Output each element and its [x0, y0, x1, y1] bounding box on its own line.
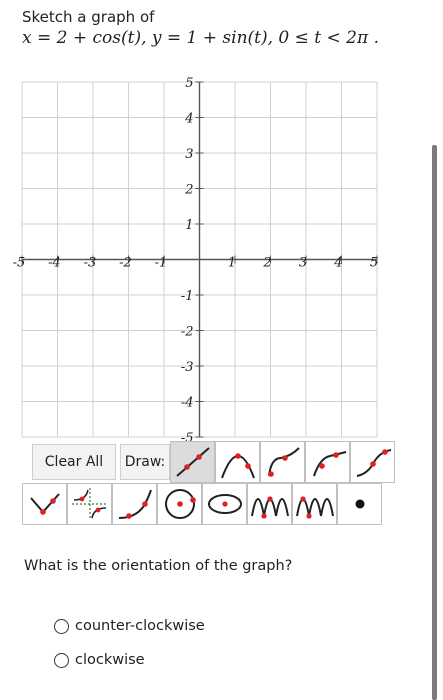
circle-tool-icon [164, 489, 196, 519]
cosine-tool-button[interactable] [292, 483, 337, 525]
absolute-value-tool-button[interactable] [22, 483, 67, 525]
line-tool-icon [175, 447, 210, 477]
option-clockwise-label: clockwise [75, 652, 145, 668]
cubic-tool-icon [356, 449, 391, 477]
cubic-tool-button[interactable] [350, 441, 395, 483]
x-tick-label: -3 [84, 256, 97, 271]
option-counter-clockwise-label: counter-clockwise [75, 618, 205, 634]
y-tick-label: 5 [185, 76, 193, 91]
log-tool-icon [312, 451, 346, 477]
x-tick-label: -2 [119, 256, 132, 271]
x-axis-labels: -5 -4 -3 -2 -1 1 2 3 4 5 [13, 256, 378, 271]
orientation-question: What is the orientation of the graph? [24, 558, 293, 574]
option-clockwise[interactable]: clockwise [54, 652, 145, 668]
sine-tool-button[interactable] [247, 483, 292, 525]
rational-tool-button[interactable] [67, 483, 112, 525]
x-tick-label: -4 [48, 256, 61, 271]
x-tick-label: 1 [228, 256, 236, 271]
absolute-value-tool-icon [29, 493, 60, 515]
y-tick-label: -4 [181, 396, 194, 411]
clear-all-button[interactable]: Clear All [32, 444, 116, 480]
line-tool-button[interactable] [170, 441, 215, 483]
parabola-tool-icon [220, 453, 255, 479]
sqrt-tool-button[interactable] [260, 441, 305, 483]
y-tick-label: -3 [181, 360, 194, 375]
y-tick-label: 1 [185, 218, 193, 233]
parabola-tool-button[interactable] [215, 441, 260, 483]
axes [21, 81, 378, 438]
point-tool-button[interactable] [337, 483, 382, 525]
x-tick-label: -1 [155, 256, 168, 271]
radio-counter-clockwise[interactable] [54, 618, 69, 634]
y-axis-labels: 54321-1-2-3-4-5 [181, 76, 194, 445]
rational-tool-icon [71, 488, 108, 520]
sqrt-tool-icon [267, 447, 300, 477]
page-scrollbar[interactable] [432, 145, 437, 700]
y-tick-label: 3 [185, 147, 193, 162]
exponential-tool-icon [118, 489, 152, 519]
toolbar-row-2 [22, 483, 382, 525]
y-tick-label: 4 [184, 112, 193, 127]
draw-label: Draw: [120, 444, 170, 480]
y-tick-label: -2 [181, 325, 194, 340]
cosine-tool-icon [295, 496, 334, 519]
y-tick-label: -1 [181, 289, 194, 304]
x-tick-label: 3 [299, 256, 307, 271]
ellipse-tool-icon [207, 494, 242, 514]
point-tool-icon [355, 499, 364, 509]
x-tick-label: 2 [262, 256, 271, 271]
option-counter-clockwise[interactable]: counter-clockwise [54, 618, 205, 634]
sine-tool-icon [250, 496, 289, 519]
circle-tool-button[interactable] [157, 483, 202, 525]
x-tick-label: 5 [370, 256, 378, 271]
x-tick-label: -5 [13, 256, 26, 271]
log-tool-button[interactable] [305, 441, 350, 483]
exponential-tool-button[interactable] [112, 483, 157, 525]
radio-clockwise[interactable] [54, 652, 69, 668]
graph-canvas[interactable]: -5 -4 -3 -2 -1 1 2 3 4 5 5 4 3 2 1 -1 -2 -3 -4 -5 [0, 0, 443, 445]
ellipse-tool-button[interactable] [202, 483, 247, 525]
x-tick-label: 4 [333, 256, 342, 271]
y-tick-label: 2 [184, 183, 193, 198]
toolbar-row-1: Clear All Draw: [32, 441, 395, 483]
